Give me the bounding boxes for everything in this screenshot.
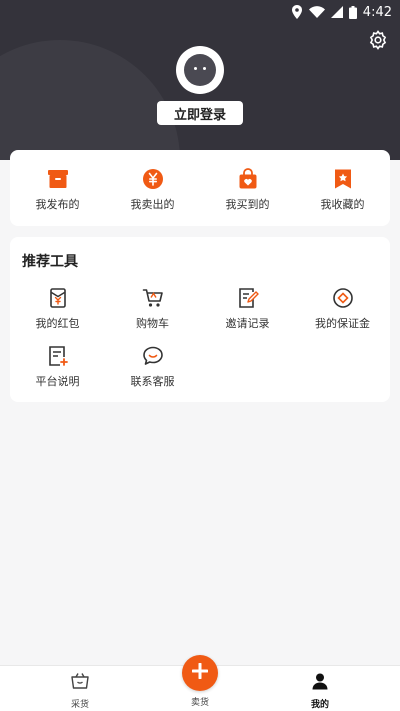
plus-icon <box>191 662 209 683</box>
order-favorites-label: 我收藏的 <box>320 198 365 211</box>
platform-doc-icon <box>47 345 69 367</box>
tools-title: 推荐工具 <box>22 254 78 270</box>
user-icon <box>311 672 329 694</box>
header-decoration <box>0 40 180 160</box>
red-envelope-icon <box>47 287 69 309</box>
invite-record-icon <box>237 287 259 309</box>
order-published-label: 我发布的 <box>35 198 80 211</box>
status-bar: 4:42 <box>291 2 392 22</box>
tool-customer-service-label: 联系客服 <box>130 375 175 388</box>
tool-invite-record[interactable]: 邀请记录 <box>200 287 295 331</box>
tool-customer-service[interactable]: 联系客服 <box>105 345 200 389</box>
yen-coin-icon <box>142 168 164 190</box>
tool-cart-label: 购物车 <box>136 317 169 330</box>
tool-red-envelope-label: 我的红包 <box>35 317 80 330</box>
tool-grid: 我的红包 购物车 邀请记录 我的保证金 平台说明 联系客服 <box>10 287 390 389</box>
shopping-cart-icon <box>142 287 164 309</box>
nav-sell[interactable]: 卖货 <box>160 692 240 708</box>
order-published[interactable]: 我发布的 <box>10 150 105 226</box>
tool-platform-info-label: 平台说明 <box>35 375 80 388</box>
tools-card: 推荐工具 我的红包 购物车 邀请记录 我的保证金 平台说明 联系客服 <box>10 237 390 402</box>
order-sold[interactable]: 我卖出的 <box>105 150 200 226</box>
avatar[interactable] <box>176 46 224 94</box>
avatar-face-icon <box>184 54 216 86</box>
tool-red-envelope[interactable]: 我的红包 <box>10 287 105 331</box>
nav-mine[interactable]: 我的 <box>280 672 360 710</box>
deposit-icon <box>332 287 354 309</box>
login-button[interactable]: 立即登录 <box>157 101 243 125</box>
nav-sell-label: 卖货 <box>190 698 209 708</box>
nav-purchase[interactable]: 采货 <box>40 672 120 710</box>
order-favorites[interactable]: 我收藏的 <box>295 150 390 226</box>
tool-deposit-label: 我的保证金 <box>315 317 370 330</box>
tool-platform-info[interactable]: 平台说明 <box>10 345 105 389</box>
order-bought[interactable]: 我买到的 <box>200 150 295 226</box>
profile-header: 4:42 立即登录 <box>0 0 400 160</box>
nav-mine-label: 我的 <box>310 700 329 710</box>
location-icon <box>291 5 303 19</box>
wifi-icon <box>308 6 325 18</box>
tool-invite-record-label: 邀请记录 <box>225 317 270 330</box>
status-time: 4:42 <box>362 4 392 20</box>
basket-icon <box>70 672 90 694</box>
order-sold-label: 我卖出的 <box>130 198 175 211</box>
shopping-bag-icon <box>237 168 259 190</box>
tool-deposit[interactable]: 我的保证金 <box>295 287 390 331</box>
orders-card: 我发布的 我卖出的 我买到的 我收藏的 <box>10 150 390 226</box>
bookmark-star-icon <box>332 168 354 190</box>
tool-cart[interactable]: 购物车 <box>105 287 200 331</box>
sell-plus-button[interactable] <box>182 655 218 691</box>
battery-icon <box>348 5 357 19</box>
box-icon <box>47 168 69 190</box>
settings-gear-icon[interactable] <box>368 30 388 50</box>
signal-icon <box>330 6 343 18</box>
chat-bubble-icon <box>142 345 164 367</box>
order-bought-label: 我买到的 <box>225 198 270 211</box>
nav-purchase-label: 采货 <box>70 700 89 710</box>
